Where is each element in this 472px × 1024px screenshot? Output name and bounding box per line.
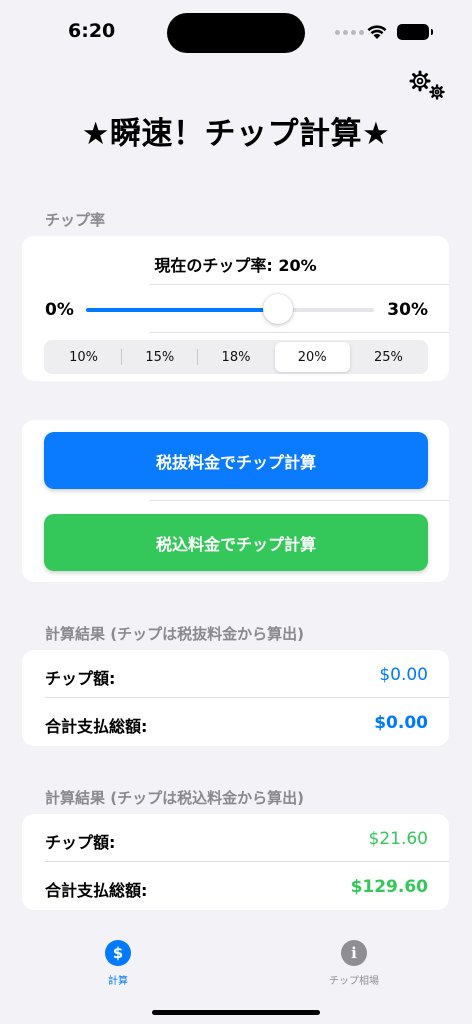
dollar-icon: $ (105, 940, 131, 966)
tip-rate-slider[interactable] (86, 294, 374, 324)
tab-tip-rates-label: チップ相場 (329, 976, 379, 987)
result-pre-tax-card: チップ額: $0.00 合計支払総額: $0.00 (22, 650, 449, 746)
result-pre-tax-section-label: 計算結果 (チップは税抜料金から算出) (45, 625, 304, 643)
total-amount-value: $0.00 (374, 713, 428, 733)
cellular-signal-icon (335, 30, 364, 35)
divider (150, 332, 449, 333)
tab-calculate-label: 計算 (108, 976, 128, 987)
divider (150, 284, 449, 285)
slider-max-label: 30% (387, 300, 428, 320)
current-tip-rate: 現在のチップ率: 20% (154, 256, 317, 275)
tip-rate-section-label: チップ率 (45, 211, 106, 229)
tip-preset-option[interactable]: 25% (351, 342, 426, 372)
slider-min-label: 0% (45, 300, 74, 320)
tip-preset-option[interactable]: 20% (274, 342, 350, 372)
total-amount-label: 合計支払総額: (45, 881, 148, 900)
battery-icon (397, 24, 433, 40)
total-amount-label: 合計支払総額: (45, 717, 148, 736)
divider (150, 500, 449, 501)
tip-rate-card: 現在のチップ率: 20% 0% 30% 10% 15% 18% 20% 25% (22, 236, 449, 381)
page-title: ★瞬速！チップ計算★ (81, 116, 391, 152)
result-post-tax-card: チップ額: $21.60 合計支払総額: $129.60 (22, 814, 449, 910)
divider (45, 697, 449, 698)
home-indicator (152, 1010, 320, 1015)
slider-thumb[interactable] (263, 294, 293, 324)
dynamic-island (167, 13, 305, 53)
status-time: 6:20 (68, 20, 116, 42)
result-post-tax-section-label: 計算結果 (チップは税込料金から算出) (45, 789, 304, 807)
tab-tip-rates[interactable]: i チップ相場 (294, 940, 414, 987)
tip-amount-value: $0.00 (379, 665, 428, 685)
tip-preset-option[interactable]: 18% (198, 342, 273, 372)
calculate-post-tax-button[interactable]: 税込料金でチップ計算 (44, 514, 428, 571)
tip-amount-label: チップ額: (45, 669, 116, 688)
status-bar: 6:20 (0, 0, 472, 62)
tab-calculate[interactable]: $ 計算 (58, 940, 178, 987)
tip-amount-value: $21.60 (368, 829, 428, 849)
settings-gear-icon[interactable] (406, 68, 448, 102)
wifi-icon (367, 25, 387, 39)
tip-amount-label: チップ額: (45, 833, 116, 852)
total-amount-value: $129.60 (350, 877, 428, 897)
action-card: 税抜料金でチップ計算 税込料金でチップ計算 (22, 420, 449, 582)
tip-preset-option[interactable]: 15% (122, 342, 197, 372)
tip-preset-option[interactable]: 10% (46, 342, 121, 372)
tip-preset-segmented-control: 10% 15% 18% 20% 25% (44, 340, 428, 374)
slider-fill (86, 308, 278, 312)
info-icon: i (341, 940, 367, 966)
calculate-pre-tax-button[interactable]: 税抜料金でチップ計算 (44, 432, 428, 489)
divider (45, 861, 449, 862)
